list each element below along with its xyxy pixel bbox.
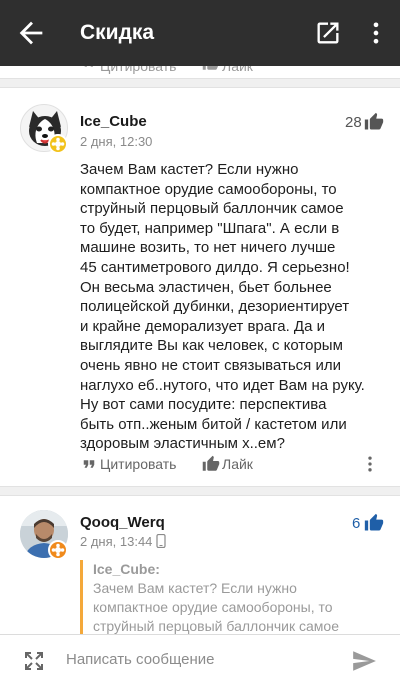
- quote-icon: [84, 66, 94, 67]
- open-external-icon[interactable]: [314, 19, 342, 47]
- comments-list[interactable]: Цитировать Лайк Ice_Cube 2 дня, 12:30 28: [0, 66, 400, 634]
- flower-badge-icon: [51, 137, 65, 151]
- quote-line: Зачем Вам кастет? Если нужно: [93, 580, 297, 596]
- like-button[interactable]: Лайк: [202, 455, 272, 475]
- more-vertical-icon[interactable]: [362, 19, 390, 47]
- comment-line: струйный перцовый баллончик самое: [80, 200, 344, 218]
- quote-button[interactable]: Цитировать: [80, 455, 190, 475]
- flower-badge-icon: [51, 543, 65, 557]
- comment-line: выглядите Вы как человек, с которым: [80, 337, 343, 355]
- comment-line: Он весьма эластичен, бьет больнее: [80, 278, 332, 296]
- comment-line: то будет, например "Шпага". А если в: [80, 219, 340, 237]
- thumb-up-icon: [202, 455, 220, 471]
- comment-line: здоровым эластичным х..ем?: [80, 435, 285, 453]
- thumb-up-icon[interactable]: [364, 112, 384, 132]
- comment-line: компактное орудие самообороны, то: [80, 180, 337, 198]
- page-title: Скидка: [80, 21, 155, 44]
- thumb-up-icon[interactable]: [364, 513, 384, 533]
- comment-date: 2 дня, 12:30: [80, 134, 153, 149]
- comment-line: и крайне деморализует врага. Да и: [80, 317, 325, 335]
- comment-line: быть отп..женым битой / кастетом или: [80, 415, 347, 433]
- send-icon[interactable]: [350, 648, 378, 674]
- like-button[interactable]: Лайк: [222, 66, 253, 74]
- more-vertical-icon[interactable]: [360, 454, 380, 474]
- vote-count: 28: [345, 114, 362, 131]
- thumb-up-icon: [202, 66, 219, 70]
- quote-line: струйный перцовый баллончик самое: [93, 618, 339, 634]
- comment-line: Ну вот сами посудите: перспектива: [80, 396, 327, 414]
- divider: [0, 78, 400, 88]
- mobile-device-icon: [156, 534, 166, 548]
- quote-author: Ice_Cube:: [93, 561, 160, 577]
- user-rank-badge: [48, 134, 68, 154]
- comment-line: 45 сантиметрового дилдо. Я серьезно!: [80, 258, 350, 276]
- like-label: Лайк: [222, 456, 253, 472]
- user-rank-badge: [48, 540, 68, 560]
- arrow-back-icon[interactable]: [14, 16, 48, 50]
- divider: [0, 486, 400, 496]
- quoted-comment: Ice_Cube: Зачем Вам кастет? Если нужно к…: [80, 560, 390, 634]
- quote-button[interactable]: Цитировать: [100, 66, 176, 74]
- app-bar: Скидка: [0, 0, 400, 66]
- comment-body: Зачем Вам кастет? Если нужно компактное …: [80, 160, 385, 454]
- vote-count: 6: [352, 515, 361, 532]
- comment-author[interactable]: Qooq_Werq: [80, 514, 165, 531]
- comment-line: полицейской дубинки, дезориентирует: [80, 298, 350, 316]
- message-input[interactable]: Написать сообщение: [66, 651, 215, 668]
- comment-line: наглухо еб..нутого, что идет Вам на руку…: [80, 376, 365, 394]
- message-composer: Написать сообщение: [0, 634, 400, 686]
- fullscreen-expand-icon[interactable]: [22, 649, 46, 673]
- comment-line: машине возить, то нет ничего лучше: [80, 239, 336, 257]
- quote-icon: [83, 460, 95, 468]
- comment-author[interactable]: Ice_Cube: [80, 113, 147, 130]
- quote-label: Цитировать: [100, 456, 177, 472]
- comment-line: Зачем Вам кастет? Если нужно: [80, 161, 299, 178]
- quote-line: компактное орудие самообороны, то: [93, 599, 333, 615]
- comment-date: 2 дня, 13:44: [80, 534, 153, 549]
- comment-line: очень явно не стоит связываться или: [80, 356, 341, 374]
